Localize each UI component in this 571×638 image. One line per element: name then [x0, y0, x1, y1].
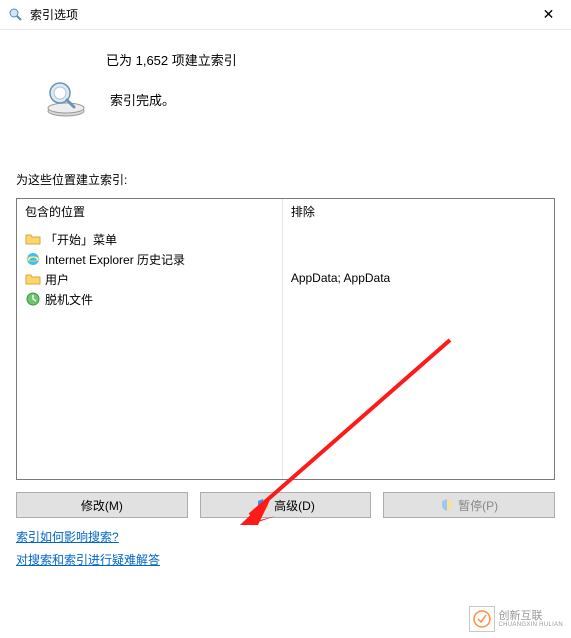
folder-icon — [25, 271, 41, 287]
modify-button[interactable]: 修改(M) — [16, 492, 188, 518]
link-how-affects-search[interactable]: 索引如何影响搜索? — [16, 528, 555, 545]
included-header[interactable]: 包含的位置 — [17, 199, 282, 227]
window-title: 索引选项 — [30, 6, 78, 23]
pause-button[interactable]: 暂停(P) — [383, 492, 555, 518]
button-row: 修改(M) 高级(D) 暂停(P) — [16, 492, 555, 518]
list-item-label: 「开始」菜单 — [45, 231, 117, 248]
locations-list: 包含的位置 「开始」菜单 Internet Explorer 历史记录 — [16, 198, 555, 480]
titlebar: 索引选项 ✕ — [0, 0, 571, 30]
list-item-label: 脱机文件 — [45, 291, 93, 308]
shield-icon — [440, 498, 454, 512]
locations-section-label: 为这些位置建立索引: — [16, 171, 555, 188]
magnifier-drive-icon — [42, 79, 90, 119]
excluded-header[interactable]: 排除 — [283, 199, 554, 227]
list-item[interactable]: 脱机文件 — [21, 289, 278, 309]
index-count-text: 已为 1,652 项建立索引 — [106, 50, 555, 69]
included-column: 包含的位置 「开始」菜单 Internet Explorer 历史记录 — [17, 199, 283, 479]
list-item[interactable]: 用户 — [21, 269, 278, 289]
folder-icon — [25, 231, 41, 247]
list-item-label: Internet Explorer 历史记录 — [45, 251, 185, 268]
button-label: 暂停(P) — [458, 497, 498, 514]
watermark-logo-icon — [469, 606, 495, 632]
index-complete-text: 索引完成。 — [110, 90, 175, 109]
close-icon: ✕ — [543, 6, 555, 23]
offline-files-icon — [25, 291, 41, 307]
list-item[interactable]: 「开始」菜单 — [21, 229, 278, 249]
button-label: 高级(D) — [274, 497, 315, 514]
content-area: 已为 1,652 项建立索引 索引完成。 为这些位置建立索引: 包含的位置 「开… — [0, 30, 571, 578]
excluded-value: AppData; AppData — [283, 267, 554, 289]
advanced-button[interactable]: 高级(D) — [200, 492, 372, 518]
button-label: 修改(M) — [81, 497, 123, 514]
watermark-brand: 创新互联 — [499, 610, 563, 622]
watermark: 创新互联 CHUANGXIN HULIAN — [469, 606, 563, 632]
shield-icon — [256, 498, 270, 512]
watermark-sub: CHUANGXIN HULIAN — [499, 622, 563, 629]
index-options-icon — [8, 7, 24, 23]
excluded-column: 排除 AppData; AppData — [283, 199, 554, 479]
list-item[interactable]: Internet Explorer 历史记录 — [21, 249, 278, 269]
list-item-label: 用户 — [45, 271, 69, 288]
ie-icon — [25, 251, 41, 267]
link-troubleshoot[interactable]: 对搜索和索引进行疑难解答 — [16, 551, 555, 568]
close-button[interactable]: ✕ — [526, 0, 571, 30]
